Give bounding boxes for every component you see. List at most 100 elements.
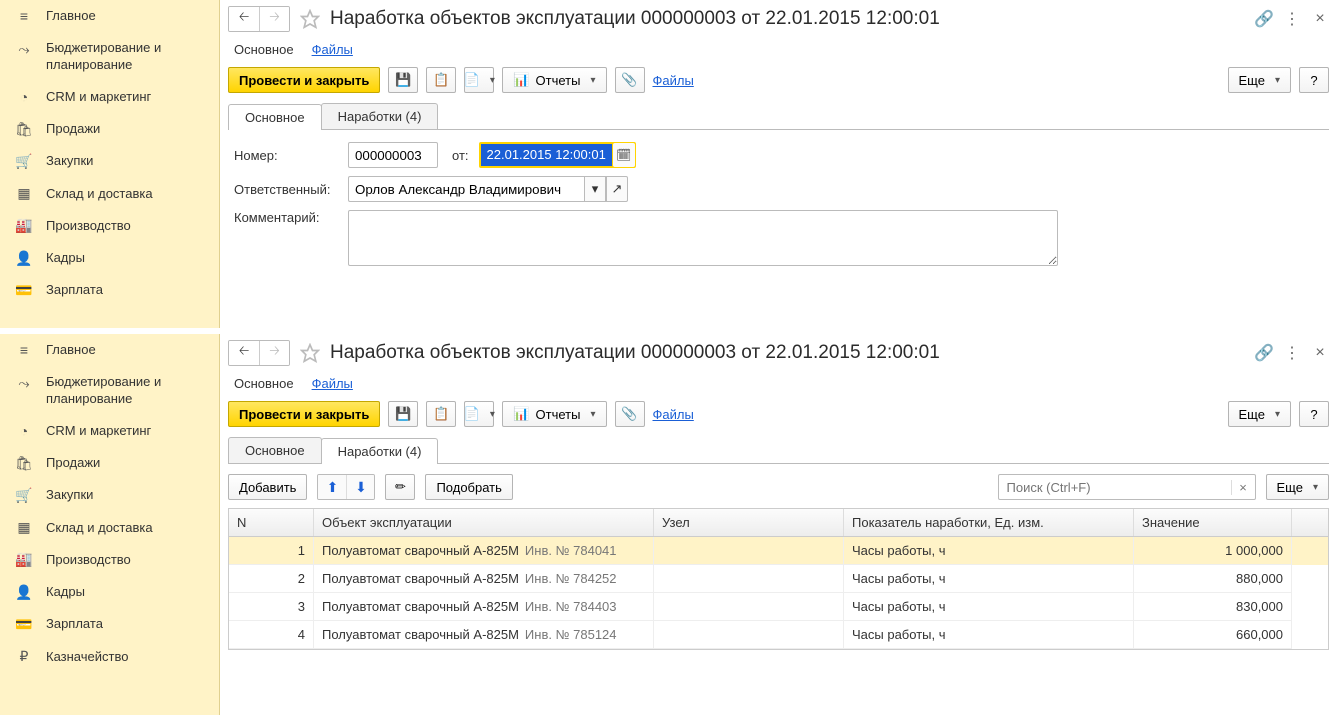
table-row[interactable]: 2Полуавтомат сварочный А-825МИнв. № 7842… xyxy=(229,565,1328,593)
sidebar-item[interactable]: ◔CRM и маркетинг xyxy=(0,81,219,113)
sidebar-item[interactable]: 💳Зарплата xyxy=(0,274,219,306)
more-button[interactable]: Еще▾ xyxy=(1228,401,1291,427)
move-down-button[interactable]: ⬇ xyxy=(346,475,374,499)
nav-back-button[interactable]: 🡠 xyxy=(229,7,259,31)
post-and-close-button[interactable]: Провести и закрыть xyxy=(228,67,380,93)
sidebar-item[interactable]: 🛍Продажи xyxy=(0,113,219,145)
sidebar-item[interactable]: 💳Зарплата xyxy=(0,608,219,640)
grid-search-clear-icon[interactable]: × xyxy=(1231,480,1255,495)
grid-search[interactable]: × xyxy=(998,474,1256,500)
subnav-main[interactable]: Основное xyxy=(234,376,294,391)
col-header-object[interactable]: Объект эксплуатации xyxy=(314,509,654,536)
sidebar-item-icon: 👤 xyxy=(16,584,32,600)
fill-button[interactable]: ✏ xyxy=(385,474,415,500)
files-link[interactable]: Файлы xyxy=(653,73,694,88)
add-row-button[interactable]: Добавить xyxy=(228,474,307,500)
sidebar-item[interactable]: 🛒Закупки xyxy=(0,145,219,177)
pick-button[interactable]: Подобрать xyxy=(425,474,512,500)
dropdown-icon[interactable]: ▾ xyxy=(584,176,606,202)
col-header-node[interactable]: Узел xyxy=(654,509,844,536)
subnav-files[interactable]: Файлы xyxy=(312,376,353,391)
table-row[interactable]: 3Полуавтомат сварочный А-825МИнв. № 7844… xyxy=(229,593,1328,621)
post-button[interactable]: 📋 xyxy=(426,67,456,93)
grid-more-button[interactable]: Еще▾ xyxy=(1266,474,1329,500)
sidebar-item[interactable]: ⤳Бюджетирование и планирование xyxy=(0,32,219,81)
sidebar-item-label: Кадры xyxy=(46,584,85,600)
sidebar-item[interactable]: ⤳Бюджетирование и планирование xyxy=(0,366,219,415)
sidebar-item[interactable]: ₽ Казначейство xyxy=(0,641,219,673)
sidebar-item-label: Производство xyxy=(46,552,131,568)
link-icon[interactable]: 🔗 xyxy=(1255,344,1273,362)
close-icon[interactable]: × xyxy=(1311,10,1329,28)
favorite-star-icon[interactable] xyxy=(298,341,322,365)
help-button[interactable]: ? xyxy=(1299,401,1329,427)
sidebar-item-icon: ₽ xyxy=(16,649,32,665)
sidebar-item[interactable]: 🏭Производство xyxy=(0,210,219,242)
tab-works[interactable]: Наработки (4) xyxy=(321,103,439,129)
table-row[interactable]: 1Полуавтомат сварочный А-825МИнв. № 7840… xyxy=(229,537,1328,565)
sidebar-item[interactable]: 👤Кадры xyxy=(0,242,219,274)
works-table: N Объект эксплуатации Узел Показатель на… xyxy=(228,508,1329,650)
help-button[interactable]: ? xyxy=(1299,67,1329,93)
sidebar-item[interactable]: ▦Склад и доставка xyxy=(0,512,219,544)
kebab-menu-icon[interactable]: ⋮ xyxy=(1283,344,1301,362)
nav-forward-button[interactable]: 🡢 xyxy=(259,341,289,365)
open-ref-icon[interactable]: ↗ xyxy=(606,176,628,202)
responsible-input[interactable] xyxy=(348,176,584,202)
calendar-icon[interactable]: 🗓 xyxy=(613,143,635,167)
nav-back-button[interactable]: 🡠 xyxy=(229,341,259,365)
save-button[interactable]: 💾 xyxy=(388,67,418,93)
sidebar-item[interactable]: 🏭Производство xyxy=(0,544,219,576)
col-header-indicator[interactable]: Показатель наработки, Ед. изм. xyxy=(844,509,1134,536)
subnav-main[interactable]: Основное xyxy=(234,42,294,57)
sidebar-item-label: Казначейство xyxy=(46,649,128,665)
sidebar-item[interactable]: ≡Главное xyxy=(0,0,219,32)
nav-forward-button[interactable]: 🡢 xyxy=(259,7,289,31)
files-link[interactable]: Файлы xyxy=(653,407,694,422)
grid-search-input[interactable] xyxy=(999,480,1231,495)
more-button[interactable]: Еще▾ xyxy=(1228,67,1291,93)
date-input-value[interactable]: 22.01.2015 12:00:01 xyxy=(481,144,612,166)
sidebar-item-icon: 💳 xyxy=(16,282,32,298)
date-input-group[interactable]: 22.01.2015 12:00:01 🗓 xyxy=(479,142,636,168)
sidebar-item[interactable]: 🛍Продажи xyxy=(0,447,219,479)
create-based-on-icon: 📄 xyxy=(464,72,480,88)
save-icon: 💾 xyxy=(395,72,411,88)
sidebar-item-label: CRM и маркетинг xyxy=(46,89,151,105)
comment-label: Комментарий: xyxy=(234,210,342,225)
sidebar-item-icon: 🛍 xyxy=(16,455,32,471)
sidebar-item[interactable]: ◔CRM и маркетинг xyxy=(0,415,219,447)
sidebar-item[interactable]: 👤 Кадры xyxy=(0,576,219,608)
close-icon[interactable]: × xyxy=(1311,344,1329,362)
subnav-files[interactable]: Файлы xyxy=(312,42,353,57)
link-icon[interactable]: 🔗 xyxy=(1255,10,1273,28)
create-based-on-button[interactable]: 📄▾ xyxy=(464,401,494,427)
sidebar-item[interactable]: ≡Главное xyxy=(0,334,219,366)
paperclip-icon: 📎 xyxy=(621,406,637,422)
number-input[interactable] xyxy=(348,142,438,168)
sidebar-item[interactable]: ▦Склад и доставка xyxy=(0,178,219,210)
save-button[interactable]: 💾 xyxy=(388,401,418,427)
move-up-button[interactable]: ⬆ xyxy=(318,475,346,499)
attach-button[interactable]: 📎 xyxy=(615,67,645,93)
sidebar-item[interactable]: 🛒Закупки xyxy=(0,479,219,511)
sidebar-item-label: Продажи xyxy=(46,121,100,137)
sidebar-item-icon: ≡ xyxy=(16,8,32,24)
tab-main[interactable]: Основное xyxy=(228,437,322,463)
comment-textarea[interactable] xyxy=(348,210,1058,266)
sidebar-item-label: Кадры xyxy=(46,250,85,266)
tab-main[interactable]: Основное xyxy=(228,104,322,130)
col-header-n[interactable]: N xyxy=(229,509,314,536)
col-header-value[interactable]: Значение xyxy=(1134,509,1292,536)
create-based-on-button[interactable]: 📄▾ xyxy=(464,67,494,93)
attach-button[interactable]: 📎 xyxy=(615,401,645,427)
favorite-star-icon[interactable] xyxy=(298,7,322,31)
reports-button[interactable]: 📊Отчеты▾ xyxy=(502,67,606,93)
tab-works[interactable]: Наработки (4) xyxy=(321,438,439,464)
table-row[interactable]: 4Полуавтомат сварочный А-825МИнв. № 7851… xyxy=(229,621,1328,649)
post-and-close-button[interactable]: Провести и закрыть xyxy=(228,401,380,427)
kebab-menu-icon[interactable]: ⋮ xyxy=(1283,10,1301,28)
page-title: Наработка объектов эксплуатации 00000000… xyxy=(330,8,1247,30)
post-button[interactable]: 📋 xyxy=(426,401,456,427)
reports-button[interactable]: 📊Отчеты▾ xyxy=(502,401,606,427)
